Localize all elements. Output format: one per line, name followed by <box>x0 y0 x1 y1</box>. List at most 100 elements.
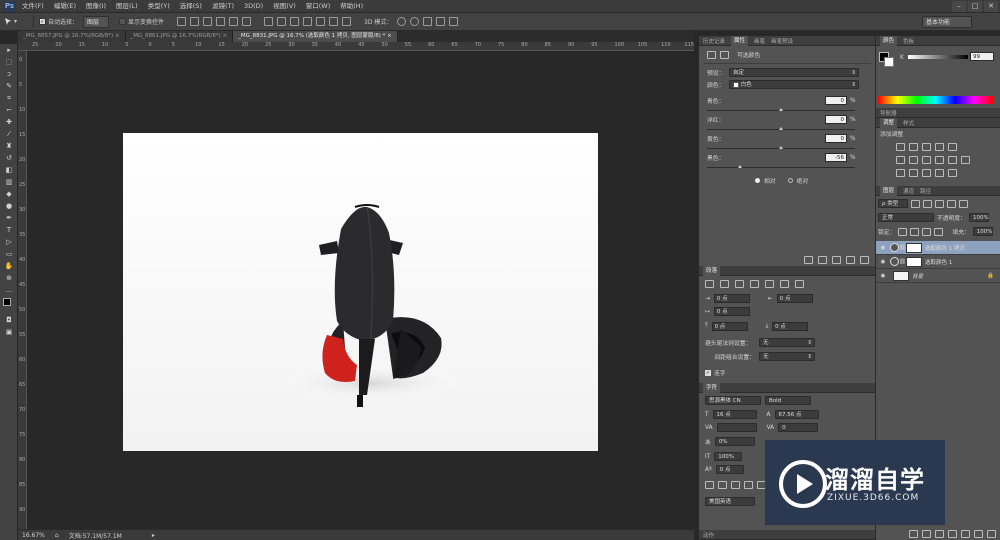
slider-value-field[interactable]: -56 <box>825 153 847 162</box>
baseline-field[interactable]: 0 点 <box>715 465 744 474</box>
tsume-field[interactable]: 0% <box>714 437 755 446</box>
slider-thumb[interactable] <box>737 165 742 168</box>
invert-icon[interactable] <box>896 169 905 177</box>
lock-transparent-icon[interactable] <box>898 227 908 236</box>
menu-item-7[interactable]: 3D(D) <box>244 0 263 13</box>
roll-3d-icon[interactable] <box>410 17 420 26</box>
preset-dropdown[interactable]: 自定 ⇕ <box>729 68 859 77</box>
color-lookup-icon[interactable] <box>961 156 970 164</box>
close-tab-icon[interactable]: × <box>222 33 227 39</box>
view-previous-icon[interactable] <box>818 256 827 264</box>
slider-value-field[interactable]: 0 <box>825 134 847 143</box>
justify-last-left-icon[interactable] <box>750 280 759 288</box>
layer-mask-thumbnail[interactable] <box>906 242 922 253</box>
slider-thumb[interactable] <box>779 146 783 149</box>
drag-3d-icon[interactable] <box>423 17 433 26</box>
exposure-icon[interactable] <box>935 143 944 151</box>
align-left-icon[interactable] <box>216 17 226 26</box>
tab-actions[interactable]: 动作 <box>703 531 714 539</box>
zoom-tool[interactable]: ⊕ <box>0 272 18 284</box>
mask-icon[interactable] <box>720 50 729 59</box>
radio-relative[interactable] <box>755 178 760 183</box>
rotate-3d-icon[interactable] <box>397 17 407 26</box>
distribute-left-icon[interactable] <box>303 17 313 26</box>
auto-select-checkbox[interactable]: ✓ 自动选择： <box>39 17 78 26</box>
tracking-field[interactable]: 0 <box>778 423 819 432</box>
justify-last-center-icon[interactable] <box>765 280 774 288</box>
clone-stamp-tool[interactable]: ♜ <box>0 140 18 152</box>
slide-3d-icon[interactable] <box>436 17 446 26</box>
justify-all-icon[interactable] <box>795 280 804 288</box>
curves-icon[interactable] <box>922 143 931 151</box>
lock-all-icon[interactable] <box>934 227 944 236</box>
eyedropper-tool[interactable]: ⌐ <box>0 104 18 116</box>
menu-item-6[interactable]: 滤镜(T) <box>212 0 234 13</box>
foreground-color-swatch[interactable] <box>3 298 11 306</box>
blend-mode-dropdown[interactable]: 正常 <box>878 213 934 222</box>
quick-select-tool[interactable]: ✎ <box>0 80 18 92</box>
distribute-right-icon[interactable] <box>329 17 339 26</box>
zoom-level[interactable]: 16.67% <box>22 532 45 539</box>
align-right-icon[interactable] <box>242 17 252 26</box>
all-caps-icon[interactable] <box>731 481 740 489</box>
align-center-text-icon[interactable] <box>720 280 729 288</box>
kerning-field[interactable] <box>716 423 757 432</box>
gradient-map-icon[interactable] <box>935 169 944 177</box>
gradient-tool[interactable]: ▥ <box>0 176 18 188</box>
align-vcenter-icon[interactable] <box>190 17 200 26</box>
distribute-top-icon[interactable] <box>264 17 274 26</box>
distribute-vcenter-icon[interactable] <box>277 17 287 26</box>
shape-tool[interactable]: ▭ <box>0 248 18 260</box>
history-brush-tool[interactable]: ↺ <box>0 152 18 164</box>
eye-icon[interactable]: ◉ <box>876 273 890 279</box>
tab-doc-8857[interactable]: _MG_8857.JPG @ 16.7%(RGB/8*) × <box>18 31 126 42</box>
layer-row[interactable]: ◉ ⛓ 选取颜色 1 拷贝 <box>876 241 1000 255</box>
trash-icon[interactable] <box>860 256 869 264</box>
menu-item-10[interactable]: 帮助(H) <box>340 0 363 13</box>
font-style-dropdown[interactable]: Bold <box>765 396 811 405</box>
levels-icon[interactable] <box>909 143 918 151</box>
align-bottom-icon[interactable] <box>203 17 213 26</box>
tab-history[interactable]: 历史记录 <box>703 37 725 45</box>
slider-track[interactable] <box>707 146 855 149</box>
tab-paths[interactable]: 路径 <box>920 187 931 195</box>
slider-track[interactable] <box>707 108 855 111</box>
auto-select-dropdown[interactable]: 图层 <box>83 15 110 28</box>
tab-adjustments[interactable]: 调整 <box>880 117 898 128</box>
tab-properties[interactable]: 属性 <box>731 35 749 46</box>
k-value-field[interactable]: 99 <box>970 52 994 61</box>
workspace-dropdown[interactable]: 基本功能 <box>922 16 972 28</box>
hyphenate-checkbox[interactable]: ✓ <box>705 369 711 376</box>
hue-saturation-icon[interactable] <box>896 156 905 164</box>
small-caps-icon[interactable] <box>744 481 753 489</box>
menu-item-8[interactable]: 视图(V) <box>273 0 296 13</box>
posterize-icon[interactable] <box>909 169 918 177</box>
new-adjustment-icon[interactable] <box>948 530 957 538</box>
quick-mask-button[interactable]: ◘ <box>0 314 18 326</box>
eraser-tool[interactable]: ◧ <box>0 164 18 176</box>
menu-item-4[interactable]: 类型(Y) <box>148 0 170 13</box>
healing-brush-tool[interactable]: ✚ <box>0 116 18 128</box>
tab-layers[interactable]: 图层 <box>880 185 898 196</box>
kinsoku-dropdown[interactable]: 无 ⇕ <box>759 338 815 347</box>
color-balance-icon[interactable] <box>909 156 918 164</box>
tab-swatches[interactable]: 色板 <box>903 37 914 45</box>
tab-brush[interactable]: 画笔 <box>754 37 765 45</box>
brush-tool[interactable]: ⁄ <box>0 128 18 140</box>
distribute-hcenter-icon[interactable] <box>316 17 326 26</box>
filter-pixel-icon[interactable] <box>911 199 920 208</box>
close-tab-icon[interactable]: × <box>115 33 120 39</box>
dodge-tool[interactable]: ● <box>0 200 18 212</box>
filter-type-icon[interactable] <box>935 199 944 208</box>
show-transform-checkbox[interactable]: 显示变换控件 <box>119 17 164 26</box>
distribute-bottom-icon[interactable] <box>290 17 300 26</box>
k-slider[interactable] <box>908 55 968 59</box>
pen-tool[interactable]: ✒ <box>0 212 18 224</box>
filter-adjustment-icon[interactable] <box>923 199 932 208</box>
slider-track[interactable] <box>707 165 855 168</box>
filter-shape-icon[interactable] <box>947 199 956 208</box>
slider-value-field[interactable]: 0 <box>825 115 847 124</box>
space-before-field[interactable]: 0 点 <box>711 322 748 331</box>
tab-character[interactable]: 字符 <box>703 382 721 393</box>
layer-row[interactable]: ◉ ⛓ 选取颜色 1 <box>876 255 1000 269</box>
